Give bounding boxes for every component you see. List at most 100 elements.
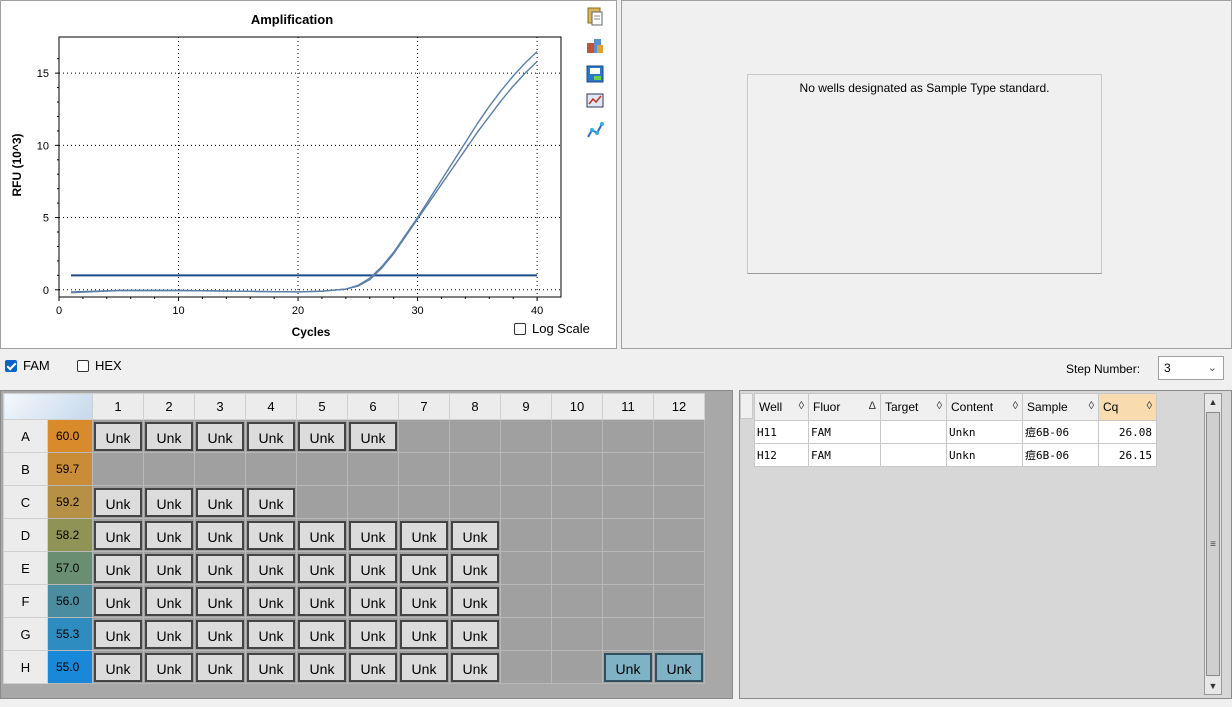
chart-style-icon[interactable] [584, 119, 606, 141]
well-E10[interactable] [551, 551, 603, 585]
well-G4[interactable]: Unk [245, 617, 297, 651]
well-D3[interactable]: Unk [194, 518, 246, 552]
sort-icon[interactable]: ◊ [1147, 400, 1152, 412]
well-F5[interactable]: Unk [296, 584, 348, 618]
well-D8[interactable]: Unk [449, 518, 501, 552]
sort-icon[interactable]: ◊ [799, 400, 804, 412]
well-E6[interactable]: Unk [347, 551, 399, 585]
well-G11[interactable] [602, 617, 654, 651]
well-H7[interactable]: Unk [398, 650, 450, 684]
well-B4[interactable] [245, 452, 297, 486]
well-A8[interactable] [449, 419, 501, 453]
column-header-9[interactable]: 9 [500, 393, 552, 420]
well-F4[interactable]: Unk [245, 584, 297, 618]
step-number-select[interactable]: 3 ⌄ [1158, 356, 1224, 380]
column-header-10[interactable]: 10 [551, 393, 603, 420]
well-B6[interactable] [347, 452, 399, 486]
well-A9[interactable] [500, 419, 552, 453]
table-row[interactable]: H11 FAM Unkn 痘6B-06 26.08 [754, 420, 1157, 444]
well-E8[interactable]: Unk [449, 551, 501, 585]
well-C10[interactable] [551, 485, 603, 519]
well-E12[interactable] [653, 551, 705, 585]
well-D11[interactable] [602, 518, 654, 552]
fam-checkbox[interactable]: FAM [5, 358, 50, 373]
well-C11[interactable] [602, 485, 654, 519]
well-E9[interactable] [500, 551, 552, 585]
well-A7[interactable] [398, 419, 450, 453]
well-G10[interactable] [551, 617, 603, 651]
well-B10[interactable] [551, 452, 603, 486]
well-D2[interactable]: Unk [143, 518, 195, 552]
well-F9[interactable] [500, 584, 552, 618]
well-F6[interactable]: Unk [347, 584, 399, 618]
header-sample[interactable]: Sample ◊ [1022, 393, 1099, 421]
well-H1[interactable]: Unk [92, 650, 144, 684]
well-B1[interactable] [92, 452, 144, 486]
well-A5[interactable]: Unk [296, 419, 348, 453]
well-A1[interactable]: Unk [92, 419, 144, 453]
well-G5[interactable]: Unk [296, 617, 348, 651]
well-C5[interactable] [296, 485, 348, 519]
well-D12[interactable] [653, 518, 705, 552]
well-B5[interactable] [296, 452, 348, 486]
well-E5[interactable]: Unk [296, 551, 348, 585]
well-B9[interactable] [500, 452, 552, 486]
well-D1[interactable]: Unk [92, 518, 144, 552]
well-D10[interactable] [551, 518, 603, 552]
well-G7[interactable]: Unk [398, 617, 450, 651]
sort-icon[interactable]: Δ [869, 400, 876, 412]
well-B11[interactable] [602, 452, 654, 486]
copy-icon[interactable] [584, 5, 606, 27]
well-C1[interactable]: Unk [92, 485, 144, 519]
sort-icon[interactable]: ◊ [1089, 400, 1094, 412]
well-F10[interactable] [551, 584, 603, 618]
well-H11[interactable]: Unk [602, 650, 654, 684]
column-header-11[interactable]: 11 [602, 393, 654, 420]
column-header-12[interactable]: 12 [653, 393, 705, 420]
well-A11[interactable] [602, 419, 654, 453]
well-H9[interactable] [500, 650, 552, 684]
well-H3[interactable]: Unk [194, 650, 246, 684]
well-D6[interactable]: Unk [347, 518, 399, 552]
log-scale-checkbox[interactable]: Log Scale [514, 321, 590, 336]
well-C6[interactable] [347, 485, 399, 519]
header-cq[interactable]: Cq ◊ [1098, 393, 1157, 421]
well-C9[interactable] [500, 485, 552, 519]
well-C7[interactable] [398, 485, 450, 519]
row-header-D[interactable]: D [3, 518, 48, 552]
well-B12[interactable] [653, 452, 705, 486]
well-F11[interactable] [602, 584, 654, 618]
well-F12[interactable] [653, 584, 705, 618]
log-scale-check-box[interactable] [514, 322, 526, 335]
amplification-chart[interactable]: Amplification RFU (10^3) Cycles 0 10 20 30 4… [1, 1, 581, 349]
well-D4[interactable]: Unk [245, 518, 297, 552]
well-G6[interactable]: Unk [347, 617, 399, 651]
save-image-icon[interactable] [584, 63, 606, 85]
well-B3[interactable] [194, 452, 246, 486]
well-C3[interactable]: Unk [194, 485, 246, 519]
column-header-7[interactable]: 7 [398, 393, 450, 420]
column-header-2[interactable]: 2 [143, 393, 195, 420]
row-header-C[interactable]: C [3, 485, 48, 519]
well-C4[interactable]: Unk [245, 485, 297, 519]
well-E3[interactable]: Unk [194, 551, 246, 585]
well-A2[interactable]: Unk [143, 419, 195, 453]
well-H12[interactable]: Unk [653, 650, 705, 684]
header-well[interactable]: Well ◊ [754, 393, 809, 421]
well-E7[interactable]: Unk [398, 551, 450, 585]
well-D5[interactable]: Unk [296, 518, 348, 552]
well-F8[interactable]: Unk [449, 584, 501, 618]
well-G1[interactable]: Unk [92, 617, 144, 651]
well-D9[interactable] [500, 518, 552, 552]
row-header-H[interactable]: H [3, 650, 48, 684]
header-target[interactable]: Target ◊ [880, 393, 947, 421]
table-row[interactable]: H12 FAM Unkn 痘6B-06 26.15 [754, 443, 1157, 467]
column-header-4[interactable]: 4 [245, 393, 297, 420]
well-H6[interactable]: Unk [347, 650, 399, 684]
well-H2[interactable]: Unk [143, 650, 195, 684]
well-H5[interactable]: Unk [296, 650, 348, 684]
well-C2[interactable]: Unk [143, 485, 195, 519]
well-G8[interactable]: Unk [449, 617, 501, 651]
plate-corner[interactable] [3, 393, 93, 420]
export-icon[interactable] [584, 34, 606, 56]
